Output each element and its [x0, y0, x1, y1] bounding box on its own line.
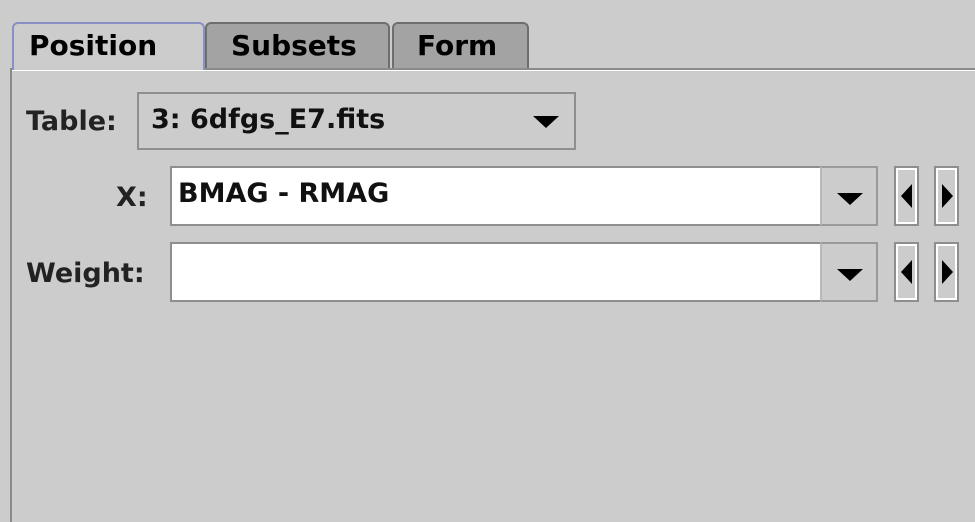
weight-next-column-button[interactable] [934, 242, 959, 302]
weight-label: Weight: [26, 258, 145, 289]
x-expression-input[interactable]: BMAG - RMAG [170, 166, 820, 226]
weight-previous-column-button[interactable] [894, 242, 919, 302]
tab-form-label: Form [417, 29, 498, 62]
weight-dropdown-button[interactable] [820, 242, 878, 302]
tab-position-label: Position [29, 29, 158, 62]
x-next-column-button[interactable] [934, 166, 959, 226]
triangle-right-icon [942, 184, 953, 208]
tab-subsets-label: Subsets [231, 29, 357, 62]
tab-position[interactable]: Position [12, 22, 205, 70]
tab-subsets[interactable]: Subsets [205, 22, 390, 68]
table-label: Table: [26, 106, 117, 137]
tab-form[interactable]: Form [392, 22, 529, 68]
x-dropdown-button[interactable] [820, 166, 878, 226]
table-selector-value: 3: 6dfgs_E7.fits [151, 104, 386, 135]
table-selector[interactable]: 3: 6dfgs_E7.fits [137, 92, 576, 150]
position-panel-window: Subsets Form Position Table: 3: 6dfgs_E7… [0, 0, 975, 522]
panel-highlight-line [12, 70, 975, 71]
triangle-right-icon [942, 260, 953, 284]
weight-expression-input[interactable] [170, 242, 820, 302]
chevron-down-icon [533, 116, 559, 128]
x-label: X: [116, 182, 148, 213]
triangle-left-icon [901, 260, 912, 284]
chevron-down-icon [837, 269, 863, 281]
triangle-left-icon [901, 184, 912, 208]
x-previous-column-button[interactable] [894, 166, 919, 226]
chevron-down-icon [837, 193, 863, 205]
